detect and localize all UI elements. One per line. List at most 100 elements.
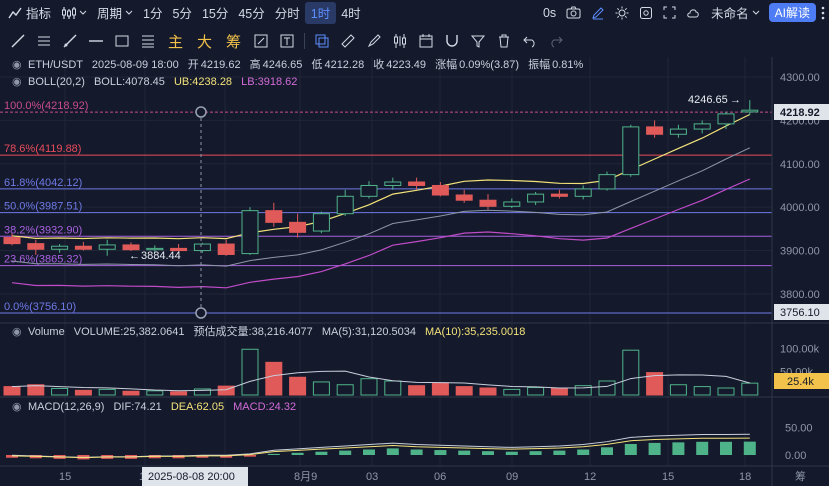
macd-toggle-icon[interactable]: ◉	[12, 401, 22, 413]
filter-tool[interactable]	[465, 30, 491, 52]
layout-button[interactable]	[681, 2, 706, 24]
macd-histogram-bar	[267, 453, 280, 455]
volume-toggle-icon[interactable]: ◉	[12, 326, 22, 338]
account-dropdown[interactable]: 未命名	[706, 2, 765, 24]
candle-body	[241, 210, 259, 255]
candle-body	[289, 221, 307, 233]
period-label: 周期	[97, 7, 123, 21]
menu-button[interactable]	[816, 2, 829, 24]
horizontal-line-tool[interactable]	[83, 30, 109, 52]
volume-header: ◉ Volume VOLUME:25,382.0641 预估成交量:38,216…	[12, 324, 525, 338]
settings-button[interactable]	[634, 2, 658, 24]
ray-tool[interactable]	[57, 30, 83, 52]
period-button[interactable]: 周期	[92, 2, 138, 24]
timeframe-4h[interactable]: 4时	[336, 2, 365, 24]
macd-histogram-bar	[624, 444, 637, 455]
volume-bar	[741, 382, 759, 396]
redo-button[interactable]	[543, 30, 569, 52]
time-tick-label: 18	[739, 471, 751, 483]
macd-histogram-bar	[648, 442, 661, 455]
trash-icon	[499, 34, 510, 48]
candle-body	[312, 213, 330, 232]
chips-tool[interactable]: 筹	[219, 30, 248, 52]
magnet-tool[interactable]	[439, 30, 465, 52]
candle-body	[503, 201, 521, 207]
drawing-toolbar: 主 大 筹	[0, 28, 829, 54]
trendline-icon	[11, 34, 25, 48]
volume-tick-label: 100.00k	[780, 343, 820, 355]
fibonacci-handle-top[interactable]	[195, 106, 207, 118]
candle-body	[217, 243, 235, 255]
main-force-tool[interactable]: 主	[161, 30, 190, 52]
candle-body	[455, 194, 473, 201]
high-marker-label: 4246.65	[688, 94, 728, 106]
parallel-lines-tool[interactable]	[31, 30, 57, 52]
ruler-tool[interactable]	[335, 30, 361, 52]
candle-body	[27, 243, 45, 250]
fib-level-label: 61.8%(4042.12)	[4, 177, 82, 189]
eye-toggle-icon[interactable]: ◉	[12, 59, 22, 71]
macd-histogram-bar	[505, 451, 518, 455]
camera-icon	[566, 6, 581, 19]
low-marker-arrow: ←	[129, 250, 140, 262]
fib-level-label: 50.0%(3987.51)	[4, 201, 82, 213]
copy-tool[interactable]	[309, 30, 335, 52]
top-toolbar: 指标 周期 1分 5分 15分 45分 分时 1时 4时 0s 未命名 AI解读	[0, 0, 829, 25]
brush-tool[interactable]	[361, 30, 387, 52]
fullscreen-button[interactable]	[658, 2, 681, 24]
big-order-tool[interactable]: 大	[190, 30, 219, 52]
macd-line: MACD(12,26,9) DIF:74.21 DEA:62.05 MACD:2…	[28, 401, 296, 413]
sun-button[interactable]	[610, 2, 634, 24]
delete-tool[interactable]	[491, 30, 517, 52]
ai-interpret-button[interactable]: AI解读	[768, 3, 816, 22]
timeframe-45m[interactable]: 45分	[233, 2, 269, 24]
timeframe-15m[interactable]: 15分	[197, 2, 233, 24]
macd-histogram-bar	[529, 451, 542, 455]
timeframe-1h[interactable]: 1时	[304, 1, 337, 24]
volume-bar	[384, 380, 402, 396]
undo-icon	[523, 36, 535, 48]
chevron-down-icon	[125, 10, 133, 15]
macd-histogram-bar	[291, 452, 304, 455]
text-tool[interactable]	[274, 30, 300, 52]
timeframe-1m[interactable]: 1分	[138, 2, 167, 24]
undo-button[interactable]	[517, 30, 543, 52]
candle-pattern-tool[interactable]	[387, 30, 413, 52]
indicators-button[interactable]: 指标	[0, 2, 56, 24]
macd-histogram-bar	[363, 449, 375, 455]
macd-histogram-bar	[434, 450, 447, 455]
edit-tool[interactable]	[248, 30, 274, 52]
candle-body	[669, 128, 687, 135]
chips-corner-label[interactable]: 筹	[795, 469, 806, 483]
candle-icon	[394, 34, 407, 48]
rectangle-tool[interactable]	[109, 30, 135, 52]
timeframe-5m[interactable]: 5分	[167, 2, 196, 24]
copy-icon	[315, 34, 329, 48]
pencil-button[interactable]	[586, 2, 610, 24]
time-tick-label: 03	[366, 471, 378, 483]
trendline-tool[interactable]	[0, 30, 31, 52]
timeframe-intraday[interactable]: 分时	[270, 2, 305, 24]
volume-bar	[312, 381, 330, 396]
fibonacci-tool[interactable]	[135, 30, 161, 52]
macd-histogram-bar	[720, 441, 732, 455]
volume-bar	[336, 384, 354, 396]
account-label: 未命名	[711, 7, 749, 21]
calendar-icon	[419, 34, 433, 48]
chart-type-button[interactable]	[56, 2, 92, 24]
crosshair-time-text: 2025-08-08 20:00	[148, 471, 235, 483]
camera-button[interactable]	[561, 2, 586, 24]
rectangle-icon	[115, 35, 129, 47]
volume-bar	[122, 390, 140, 396]
calendar-tool[interactable]	[413, 30, 439, 52]
candle-body	[527, 193, 545, 203]
trading-chart[interactable]: 100.0%(4218.92) 78.6%(4119.88) 61.8%(4042.…	[0, 57, 829, 486]
current-volume-text: 25.4k	[787, 376, 814, 388]
boll-toggle-icon[interactable]: ◉	[12, 76, 22, 88]
candle-body	[98, 244, 116, 250]
volume-line: Volume VOLUME:25,382.0641 预估成交量:38,216.4…	[28, 324, 525, 338]
fibonacci-handle-bottom[interactable]	[195, 307, 207, 319]
candle-body	[336, 195, 354, 215]
candle-body	[265, 210, 283, 223]
refresh-interval[interactable]: 0s	[538, 2, 561, 24]
